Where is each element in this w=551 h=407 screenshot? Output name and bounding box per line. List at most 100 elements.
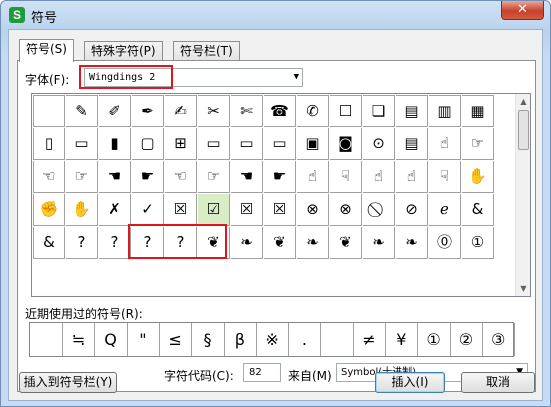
symbol-cell[interactable]: ❧ <box>297 227 329 259</box>
symbol-cell[interactable]: ❦ <box>330 227 362 259</box>
symbol-cell[interactable]: ① <box>462 227 494 259</box>
symbol-cell[interactable]: ☚ <box>231 161 263 193</box>
symbol-cell[interactable]: ☝ <box>396 161 428 193</box>
symbol-cell[interactable]: ☞ <box>198 161 230 193</box>
recent-symbol-cell[interactable]: Q <box>95 323 128 356</box>
symbol-cell[interactable]: ▮ <box>99 128 131 160</box>
symbol-cell[interactable]: ✗ <box>99 194 131 226</box>
symbol-cell[interactable]: ☜ <box>165 161 197 193</box>
symbol-cell[interactable]: ☒ <box>231 194 263 226</box>
recent-symbols-row: ≒ Q " ≤ § β ※. ≠ ¥ ① ② ③ <box>29 322 516 357</box>
symbol-cell[interactable]: ✆ <box>297 95 329 127</box>
grid-scrollbar[interactable]: ▲ ▼ <box>515 94 530 296</box>
symbol-cell[interactable]: ? <box>66 227 98 259</box>
symbol-cell[interactable]: ✓ <box>132 194 164 226</box>
symbol-cell[interactable]: ☞ <box>66 161 98 193</box>
symbol-cell[interactable]: ☒ <box>165 194 197 226</box>
recent-symbol-cell[interactable] <box>321 323 354 356</box>
scroll-up-icon[interactable]: ▲ <box>516 94 531 109</box>
symbol-cell[interactable]: ❧ <box>231 227 263 259</box>
symbol-cell[interactable]: ☚ <box>99 161 131 193</box>
symbol-cell[interactable]: ⃠ <box>363 194 395 226</box>
symbol-cell[interactable]: ✋ <box>66 194 98 226</box>
scroll-down-icon[interactable]: ▼ <box>516 281 531 296</box>
symbol-cell[interactable]: ☑ <box>198 194 230 226</box>
symbol-cell[interactable]: ◙ <box>330 128 362 160</box>
symbol-cell[interactable]: ✎ <box>66 95 98 127</box>
recent-symbol-cell[interactable]: " <box>127 323 160 356</box>
symbol-cell[interactable]: ▥ <box>429 95 461 127</box>
symbol-cell[interactable]: ☛ <box>132 161 164 193</box>
recent-symbol-cell[interactable]: β <box>224 323 257 356</box>
symbol-cell[interactable]: ☝ <box>429 128 461 160</box>
symbol-cell[interactable]: ✍ <box>165 95 197 127</box>
symbol-cell[interactable]: ▤ <box>396 128 428 160</box>
symbol-cell[interactable]: ▭ <box>66 128 98 160</box>
recent-symbol-cell[interactable]: ※ <box>256 323 290 356</box>
symbol-cell[interactable]: ❧ <box>363 227 395 259</box>
recent-symbol-cell[interactable] <box>30 323 63 356</box>
symbol-cell[interactable]: ▣ <box>297 128 329 160</box>
symbol-cell[interactable]: ▭ <box>231 128 263 160</box>
recent-symbol-cell[interactable]: ② <box>450 323 483 356</box>
symbol-cell[interactable]: ☟ <box>330 161 362 193</box>
font-dropdown[interactable]: Wingdings 2 ▼ <box>84 68 303 87</box>
char-code-input[interactable]: 82 <box>243 363 281 382</box>
symbol-cell[interactable]: ⊞ <box>165 128 197 160</box>
tab-symbol-bar[interactable]: 符号栏(T) <box>173 41 240 61</box>
tab-symbols[interactable]: 符号(S) <box>19 39 74 62</box>
recent-symbol-cell[interactable]: . <box>288 323 322 356</box>
symbol-cell[interactable]: ✊ <box>33 194 65 226</box>
cancel-button[interactable]: 取消 <box>461 372 535 393</box>
symbol-cell[interactable]: ☝ <box>363 161 395 193</box>
recent-symbol-cell[interactable]: ≤ <box>159 323 193 356</box>
recent-symbol-cell[interactable]: ③ <box>482 323 516 356</box>
symbol-cell[interactable]: ? <box>132 227 164 259</box>
symbol-cell[interactable]: ▤ <box>396 95 428 127</box>
symbol-cell[interactable]: ℯ <box>429 194 461 226</box>
symbol-cell[interactable]: ☛ <box>264 161 296 193</box>
scroll-thumb[interactable] <box>518 110 529 150</box>
recent-symbol-cell[interactable]: ① <box>418 323 451 356</box>
symbol-cell[interactable]: ✋ <box>462 161 494 193</box>
recent-symbol-cell[interactable]: ¥ <box>385 323 419 356</box>
symbol-cell[interactable]: ☝ <box>297 161 329 193</box>
symbol-cell[interactable]: ☐ <box>330 95 362 127</box>
symbol-cell[interactable]: & <box>33 227 65 259</box>
symbol-cell[interactable]: ✒ <box>132 95 164 127</box>
symbol-cell[interactable]: ⊗ <box>297 194 329 226</box>
symbol-cell[interactable]: ☟ <box>429 161 461 193</box>
recent-symbol-cell[interactable]: ≠ <box>353 323 386 356</box>
tab-special-characters[interactable]: 特殊字符(P) <box>84 41 163 61</box>
recent-symbol-cell[interactable]: ≒ <box>62 323 96 356</box>
symbol-cell[interactable]: ▦ <box>462 95 494 127</box>
symbol-cell[interactable]: ❦ <box>264 227 296 259</box>
insert-button[interactable]: 插入(I) <box>375 372 445 393</box>
symbol-cell[interactable]: ✐ <box>99 95 131 127</box>
close-button[interactable]: ✕ <box>501 1 544 20</box>
symbol-cell[interactable]: ✂ <box>198 95 230 127</box>
insert-to-symbol-bar-button[interactable]: 插入到符号栏(Y) <box>19 372 117 393</box>
symbol-cell[interactable] <box>33 95 65 127</box>
title-bar[interactable]: S 符号 ✕ <box>1 1 550 29</box>
symbol-cell[interactable]: ⊗ <box>330 194 362 226</box>
symbol-cell[interactable]: ▯ <box>33 128 65 160</box>
symbol-cell[interactable]: ? <box>165 227 197 259</box>
symbol-cell[interactable]: ▢ <box>132 128 164 160</box>
symbol-cell[interactable]: ✄ <box>231 95 263 127</box>
symbol-cell[interactable]: ⊙ <box>363 128 395 160</box>
symbol-cell[interactable]: ☎ <box>264 95 296 127</box>
recent-symbol-cell[interactable]: § <box>192 323 225 356</box>
symbol-cell[interactable]: ❦ <box>198 227 230 259</box>
symbol-cell[interactable]: ▭ <box>198 128 230 160</box>
symbol-cell[interactable]: ☒ <box>264 194 296 226</box>
symbol-cell[interactable]: & <box>462 194 494 226</box>
symbol-cell[interactable]: ⓪ <box>429 227 461 259</box>
symbol-cell[interactable]: ▭ <box>264 128 296 160</box>
symbol-cell[interactable]: ❧ <box>396 227 428 259</box>
symbol-cell[interactable]: ❏ <box>363 95 395 127</box>
symbol-cell[interactable]: ⊘ <box>396 194 428 226</box>
symbol-cell[interactable]: ? <box>99 227 131 259</box>
symbol-cell[interactable]: ☞ <box>462 128 494 160</box>
symbol-cell[interactable]: ☜ <box>33 161 65 193</box>
